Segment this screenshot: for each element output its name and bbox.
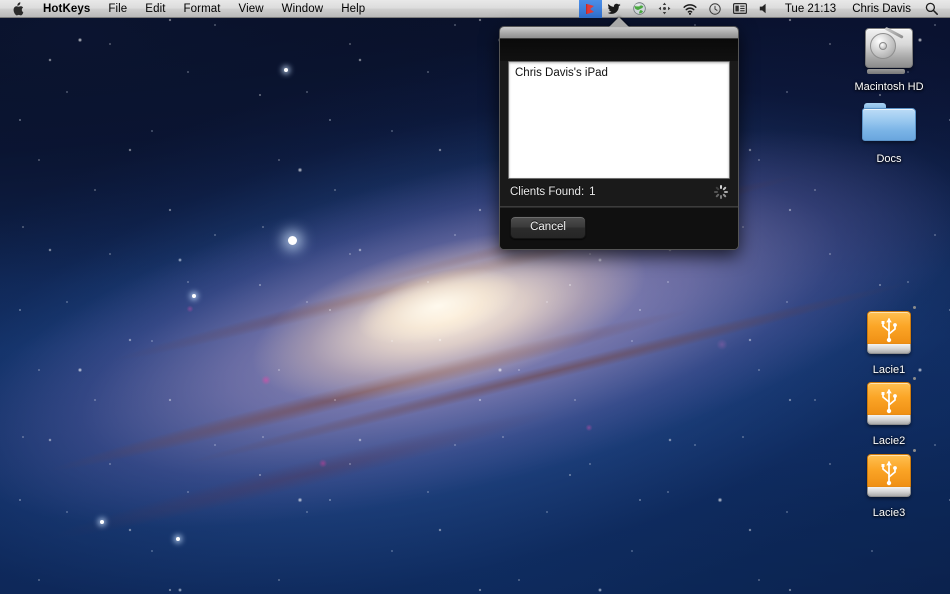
menu-view[interactable]: View bbox=[230, 0, 273, 18]
harddrive-icon bbox=[857, 20, 921, 78]
usb-symbol-icon bbox=[881, 461, 897, 486]
globe-icon[interactable] bbox=[627, 0, 652, 18]
clients-found-label: Clients Found: bbox=[510, 186, 585, 198]
display-glyph bbox=[732, 3, 747, 14]
apple-logo-icon bbox=[13, 1, 24, 15]
move-arrows-icon[interactable] bbox=[652, 0, 677, 18]
cancel-button[interactable]: Cancel bbox=[510, 216, 586, 239]
spotlight-magnifier-glyph bbox=[925, 2, 938, 15]
menu-help[interactable]: Help bbox=[332, 0, 374, 18]
usb-symbol-icon bbox=[881, 389, 897, 414]
menu-bar-status-area: Tue 21:13 Chris Davis bbox=[578, 0, 944, 18]
hotkeys-status-icon[interactable] bbox=[578, 0, 602, 18]
macintosh-hd[interactable]: Macintosh HD bbox=[846, 20, 932, 94]
globe-glyph bbox=[633, 2, 646, 15]
move-arrows-glyph bbox=[658, 2, 671, 15]
client-discovery-popover[interactable]: Chris Davis's iPad Clients Found: 1 Canc… bbox=[499, 17, 739, 250]
desktop[interactable]: HotKeys File Edit Format View Window Hel… bbox=[0, 0, 950, 594]
hotkeys-flag-icon bbox=[585, 3, 594, 14]
popover-footer: Cancel bbox=[500, 207, 738, 249]
bright-star bbox=[192, 294, 196, 298]
volume-glyph bbox=[759, 3, 766, 14]
usb-symbol-icon bbox=[881, 318, 897, 343]
usb-drive-icon bbox=[857, 374, 921, 432]
usb-drive-icon bbox=[857, 446, 921, 504]
popover-list-container: Chris Davis's iPad bbox=[500, 61, 738, 179]
desktop-icon-label: Lacie3 bbox=[872, 507, 906, 519]
twitter-bird-icon[interactable] bbox=[602, 0, 627, 18]
display-icon[interactable] bbox=[727, 0, 753, 18]
bright-star bbox=[176, 537, 180, 541]
clients-list[interactable]: Chris Davis's iPad bbox=[508, 61, 730, 179]
volume-icon[interactable] bbox=[753, 0, 777, 18]
list-item[interactable]: Chris Davis's iPad bbox=[509, 62, 729, 83]
menu-bar-left: HotKeys File Edit Format View Window Hel… bbox=[0, 0, 374, 18]
clients-found-value: 1 bbox=[589, 186, 596, 198]
menu-bar[interactable]: HotKeys File Edit Format View Window Hel… bbox=[0, 0, 950, 18]
wifi-icon[interactable] bbox=[677, 0, 703, 18]
twitter-bird-glyph bbox=[607, 3, 621, 14]
lacie1-drive[interactable]: Lacie1 bbox=[846, 303, 932, 377]
wifi-glyph bbox=[683, 3, 697, 15]
usb-drive-icon bbox=[857, 303, 921, 361]
desktop-icon-label: Docs bbox=[876, 153, 902, 165]
menu-app-name[interactable]: HotKeys bbox=[34, 0, 99, 18]
docs-folder[interactable]: Docs bbox=[846, 92, 932, 166]
bright-star bbox=[100, 520, 104, 524]
menu-bar-clock[interactable]: Tue 21:13 bbox=[777, 0, 844, 18]
lacie3-drive[interactable]: Lacie3 bbox=[846, 446, 932, 520]
progress-spinner-icon bbox=[714, 185, 728, 199]
popover-body: Chris Davis's iPad Clients Found: 1 Canc… bbox=[499, 26, 739, 250]
clock-icon[interactable] bbox=[703, 0, 727, 18]
menu-window[interactable]: Window bbox=[273, 0, 333, 18]
starfield-large bbox=[0, 0, 950, 594]
search-icon[interactable] bbox=[919, 0, 944, 18]
popover-titlebar bbox=[500, 27, 738, 39]
menu-file[interactable]: File bbox=[99, 0, 136, 18]
popover-status-bar: Clients Found: 1 bbox=[500, 179, 738, 207]
popover-header bbox=[500, 39, 738, 61]
menu-edit[interactable]: Edit bbox=[136, 0, 174, 18]
popover-arrow bbox=[609, 17, 629, 27]
bright-star bbox=[288, 236, 297, 245]
clock-glyph bbox=[709, 2, 721, 15]
apple-menu-button[interactable] bbox=[0, 0, 34, 18]
bright-star bbox=[284, 68, 288, 72]
lacie2-drive[interactable]: Lacie2 bbox=[846, 374, 932, 448]
folder-icon bbox=[857, 92, 921, 150]
menu-bar-username[interactable]: Chris Davis bbox=[844, 0, 919, 18]
menu-format[interactable]: Format bbox=[175, 0, 230, 18]
